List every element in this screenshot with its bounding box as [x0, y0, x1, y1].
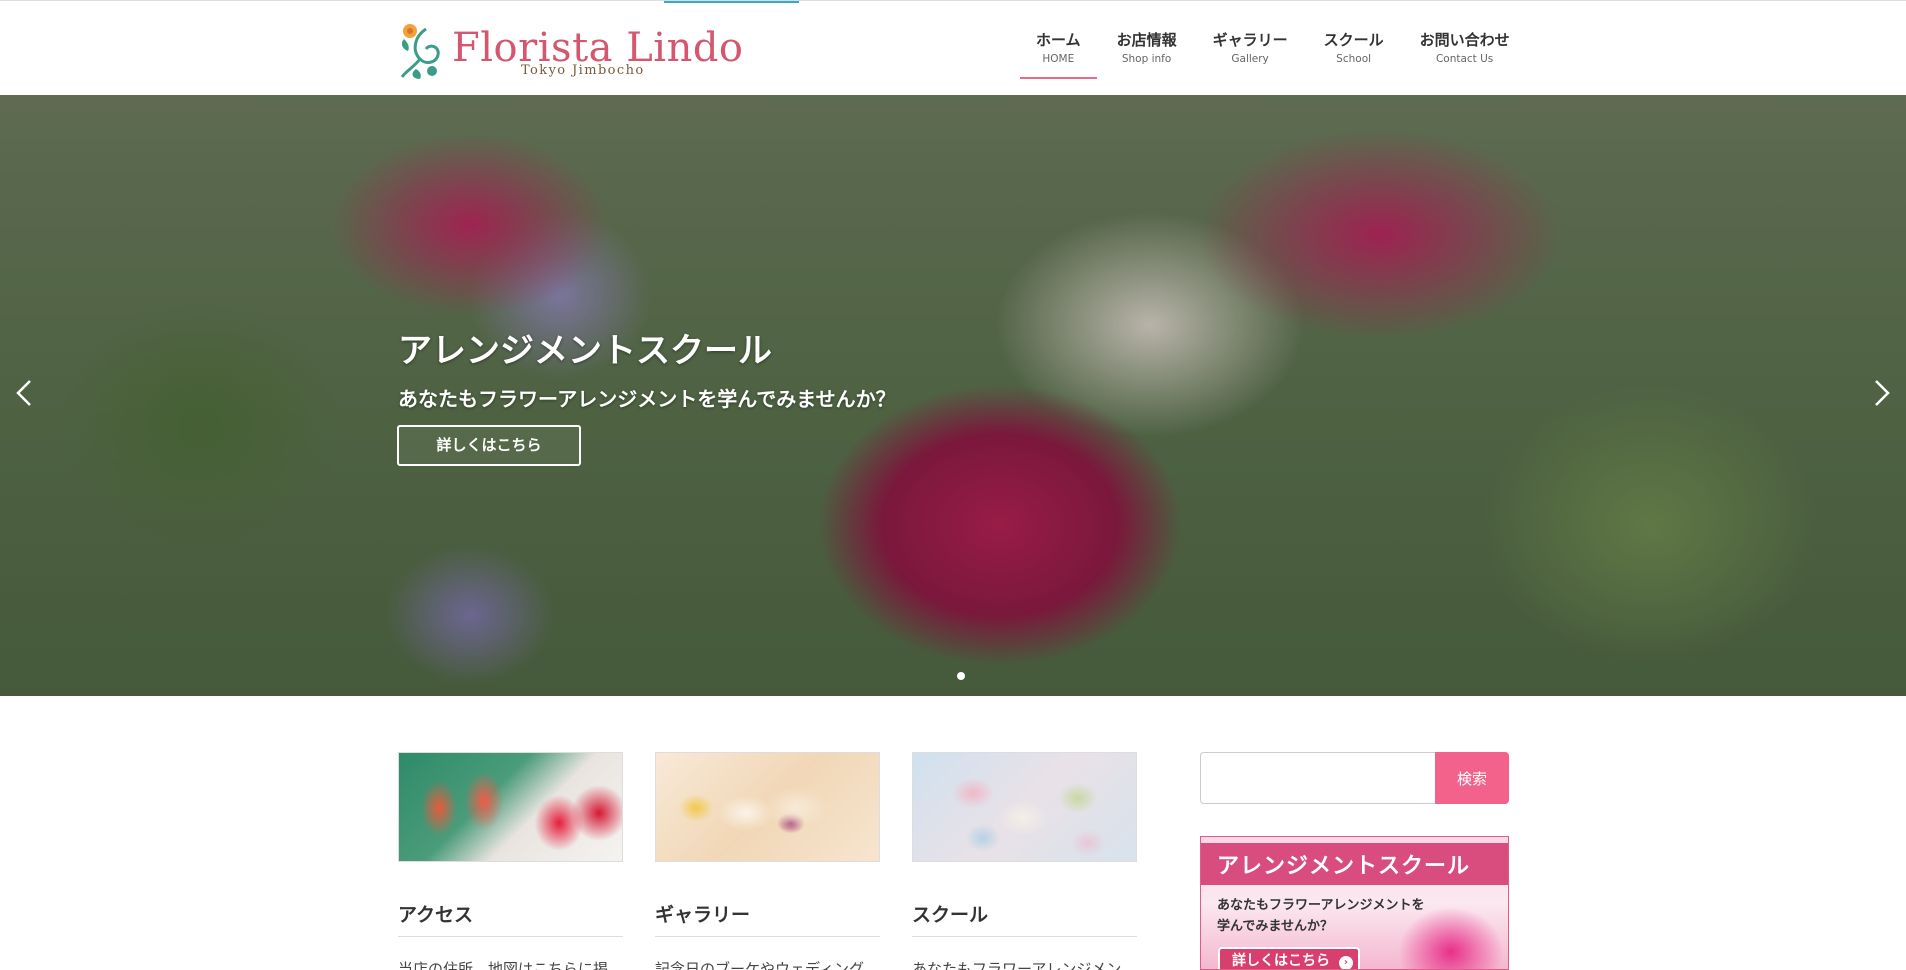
nav-item-school[interactable]: スクール School — [1306, 29, 1402, 79]
chevron-right-icon — [1875, 380, 1890, 406]
nav-label-jp: スクール — [1323, 31, 1384, 49]
banner-line-1: あなたもフラワーアレンジメントを — [1217, 898, 1425, 913]
card-excerpt: 当店の住所、地図はこちらに掲 — [398, 960, 609, 970]
header-accent-line — [664, 1, 799, 3]
search-form: 検索 — [1200, 752, 1509, 804]
card-access-image[interactable] — [398, 752, 623, 862]
hero-subtitle: あなたもフラワーアレンジメントを学んでみませんか？ — [398, 387, 896, 411]
nav-label-en: School — [1336, 53, 1372, 65]
flower-logo-icon — [400, 24, 440, 79]
slider-dot-1[interactable] — [957, 672, 965, 680]
card-divider — [912, 936, 1137, 937]
banner-button-label: 詳しくはこちら — [1232, 953, 1330, 969]
hero-title: アレンジメントスクール — [398, 331, 772, 371]
site-header: Florista Lindo Tokyo Jimbocho ホーム HOME お… — [0, 0, 1906, 95]
card-excerpt: あなたもフラワーアレンジメン — [912, 960, 1122, 970]
card-title[interactable]: アクセス — [398, 900, 473, 927]
site-logo[interactable]: Florista Lindo Tokyo Jimbocho — [396, 19, 743, 81]
search-button[interactable]: 検索 — [1435, 752, 1509, 804]
chevron-left-icon — [16, 380, 31, 406]
banner-line-2: 学んでみませんか？ — [1217, 919, 1333, 934]
card-excerpt: 記念日のブーケやウェディング — [655, 960, 864, 970]
school-banner[interactable]: アレンジメントスクール あなたもフラワーアレンジメントを 学んでみませんか？ 詳… — [1200, 836, 1509, 970]
hero-slider: アレンジメントスクール あなたもフラワーアレンジメントを学んでみませんか？ 詳し… — [0, 95, 1906, 696]
banner-title: アレンジメントスクール — [1217, 854, 1471, 879]
card-gallery[interactable]: ギャラリー 記念日のブーケやウェディング — [655, 752, 880, 970]
nav-label-en: Shop info — [1121, 53, 1172, 65]
nav-label-jp: お店情報 — [1116, 31, 1177, 49]
card-access[interactable]: アクセス 当店の住所、地図はこちらに掲 — [398, 752, 623, 970]
nav-label-jp: ホーム — [1036, 31, 1081, 49]
arrow-circle-right-icon: › — [1338, 956, 1353, 969]
card-school[interactable]: スクール あなたもフラワーアレンジメン — [912, 752, 1137, 970]
nav-label-en: Gallery — [1231, 53, 1269, 65]
search-input[interactable] — [1200, 752, 1435, 804]
nav-item-contact[interactable]: お問い合わせ Contact Us — [1402, 29, 1528, 79]
banner-details-button[interactable]: 詳しくはこちら › — [1218, 947, 1360, 969]
nav-item-home[interactable]: ホーム HOME — [1018, 29, 1099, 79]
slider-prev-button[interactable] — [12, 378, 36, 408]
logo-subtitle: Tokyo Jimbocho — [521, 63, 645, 78]
hero-details-button[interactable]: 詳しくはこちら — [397, 425, 581, 466]
card-title[interactable]: スクール — [912, 900, 988, 927]
card-school-image[interactable] — [912, 752, 1137, 862]
nav-label-en: HOME — [1042, 53, 1075, 65]
nav-label-jp: ギャラリー — [1212, 31, 1288, 49]
nav-item-shop-info[interactable]: お店情報 Shop info — [1099, 29, 1195, 79]
card-divider — [398, 936, 623, 937]
nav-item-gallery[interactable]: ギャラリー Gallery — [1195, 29, 1306, 79]
nav-label-jp: お問い合わせ — [1419, 31, 1510, 49]
card-gallery-image[interactable] — [655, 752, 880, 862]
card-title[interactable]: ギャラリー — [655, 900, 750, 927]
nav-label-en: Contact Us — [1435, 53, 1494, 65]
card-divider — [655, 936, 880, 937]
main-nav: ホーム HOME お店情報 Shop info ギャラリー Gallery スク… — [1018, 29, 1528, 79]
slider-next-button[interactable] — [1870, 378, 1894, 408]
